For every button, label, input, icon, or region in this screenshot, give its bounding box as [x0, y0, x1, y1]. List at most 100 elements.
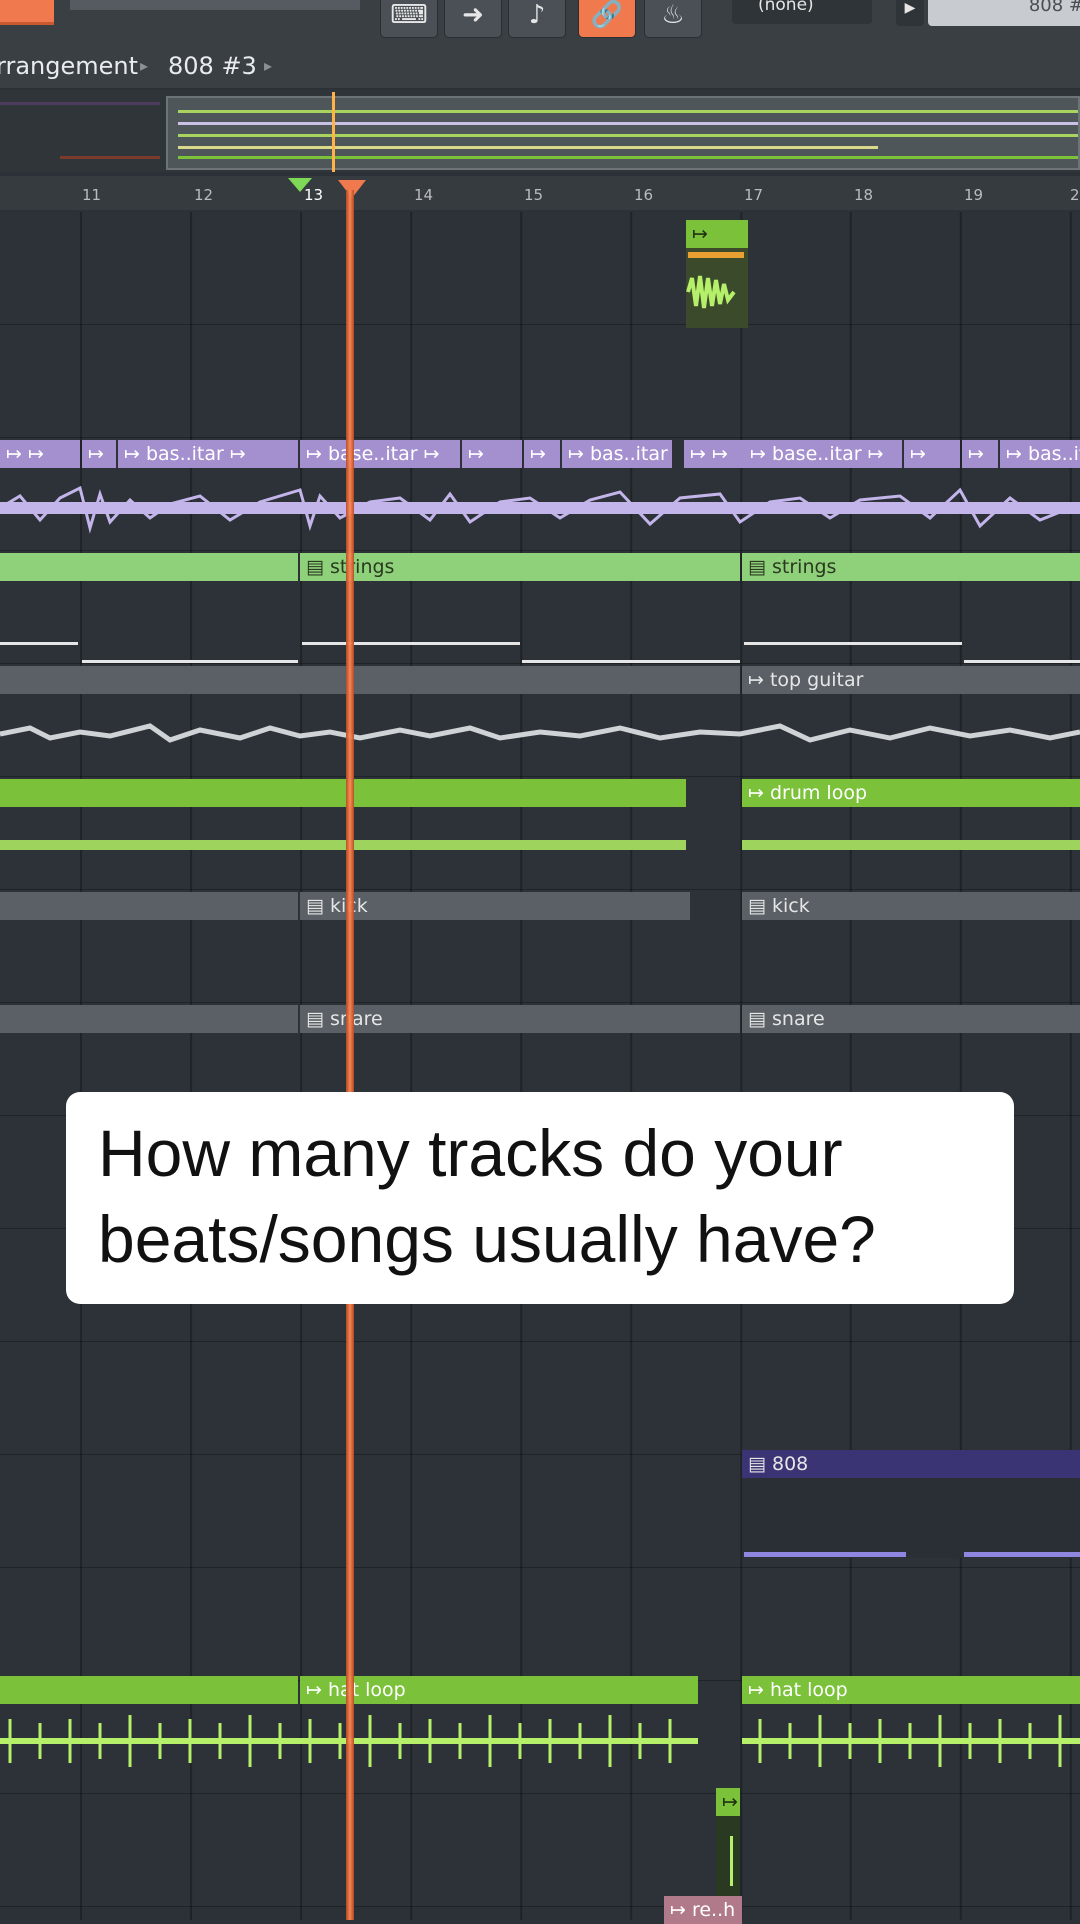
perc-clip-body: [716, 1816, 740, 1896]
hat-loop-clip[interactable]: [0, 1676, 298, 1704]
bass-guitar-clip[interactable]: ↦ bas..itar: [562, 440, 672, 468]
perc-clip[interactable]: ↦: [716, 1788, 740, 1816]
bar-number: 18: [854, 186, 874, 204]
bar-number: 15: [524, 186, 544, 204]
overview-track: [178, 122, 1078, 125]
strings-note: [522, 660, 740, 663]
overview-track: [0, 102, 160, 105]
curve-icon[interactable]: ♪: [508, 0, 566, 38]
hat-loop-waveform: [0, 1715, 1080, 1767]
playhead[interactable]: [346, 190, 354, 1920]
kick-clip[interactable]: ▤ kick: [742, 892, 1080, 920]
caption: How many tracks do your beats/songs usua…: [98, 1110, 998, 1282]
track-lane[interactable]: [0, 1794, 1080, 1907]
bass-guitar-clip[interactable]: ↦ ↦: [0, 440, 80, 468]
drum-loop-waveform: [742, 840, 1080, 850]
drum-loop-clip[interactable]: ↦ drum loop: [742, 779, 1080, 807]
perc-waveform: [730, 1836, 733, 1886]
bass-guitar-clip[interactable]: ↦: [904, 440, 960, 468]
strings-clip[interactable]: [0, 553, 298, 581]
808-clip-body: [742, 1478, 1080, 1558]
drum-loop-clip[interactable]: [0, 779, 686, 807]
overview-playhead: [332, 92, 335, 172]
breadcrumb-root[interactable]: rrangement: [0, 44, 138, 88]
bass-guitar-clip[interactable]: ↦ base..itar ↦: [300, 440, 460, 468]
breadcrumb-separator-icon: ▸: [264, 56, 273, 75]
breadcrumb: rrangement ▸ 808 #3 ▸: [0, 44, 1080, 88]
overview-track: [178, 110, 1078, 113]
top-guitar-clip[interactable]: ↦ top guitar: [742, 666, 1080, 694]
bass-guitar-clip[interactable]: ↦: [82, 440, 116, 468]
clip-label: strings: [772, 556, 837, 578]
strings-clip[interactable]: ▤ strings: [300, 553, 740, 581]
bar-number: 12: [194, 186, 214, 204]
strings-note: [744, 642, 962, 645]
strings-clip[interactable]: ▤ strings: [742, 553, 1080, 581]
overview-track: [178, 134, 1078, 137]
pattern-select-value: (none): [758, 0, 814, 15]
kick-clip[interactable]: [0, 892, 298, 920]
stamp-icon[interactable]: ♨: [644, 0, 702, 38]
breadcrumb-item[interactable]: 808 #3: [168, 44, 257, 88]
bass-guitar-clip[interactable]: ↦ ↦: [684, 440, 744, 468]
track-lane[interactable]: [0, 1568, 1080, 1681]
bar-number: 19: [964, 186, 984, 204]
pattern-name-value: 808 #: [1028, 0, 1080, 16]
bass-guitar-clip[interactable]: ↦: [962, 440, 998, 468]
top-guitar-waveform: [0, 723, 1080, 743]
808-note: [744, 1552, 906, 1557]
top-guitar-clip[interactable]: [0, 666, 740, 694]
overview-track: [60, 156, 160, 159]
clip-label: re..h: [691, 1899, 736, 1921]
snare-clip[interactable]: [0, 1005, 298, 1033]
track-lane[interactable]: [0, 1342, 1080, 1455]
clip-label: hat loop: [769, 1679, 848, 1701]
logo-icon: [0, 0, 54, 25]
overview-track: [178, 146, 878, 149]
clip-label: strings: [330, 556, 395, 578]
snare-clip[interactable]: ▤ snare: [742, 1005, 1080, 1033]
kick-clip[interactable]: ▤ kick: [300, 892, 690, 920]
clip-label: kick: [772, 895, 810, 917]
pattern-select[interactable]: (none): [732, 0, 872, 24]
track-lane[interactable]: [0, 212, 1080, 325]
bass-guitar-clip[interactable]: ↦: [462, 440, 522, 468]
808-note: [964, 1552, 1080, 1557]
clip-label: drum loop: [769, 782, 868, 804]
bass-guitar-clip[interactable]: ↦ bas..itar: [1000, 440, 1080, 468]
bar-number: 14: [414, 186, 434, 204]
bass-guitar-clip[interactable]: ↦ bas..itar ↦: [118, 440, 298, 468]
bass-guitar-clip[interactable]: ↦: [524, 440, 560, 468]
overview-viewport[interactable]: [166, 92, 1080, 172]
strings-note: [964, 660, 1080, 663]
strings-note: [0, 642, 78, 645]
snare-clip[interactable]: ▤ snare: [300, 1005, 740, 1033]
waveform-icon: [686, 252, 744, 309]
audio-clip-small[interactable]: ↦: [686, 220, 748, 248]
bass-guitar-waveform: [0, 485, 1080, 534]
caption-line: beats/songs usually have?: [98, 1202, 876, 1276]
hat-loop-clip[interactable]: ↦ hat loop: [300, 1676, 698, 1704]
pattern-name-field[interactable]: 808 #: [928, 0, 1080, 26]
typing-keyboard-icon[interactable]: ⌨: [380, 0, 438, 38]
clip-label: base..itar: [771, 443, 862, 465]
hat-loop-clip[interactable]: ↦ hat loop: [742, 1676, 1080, 1704]
clip-label: 808: [772, 1453, 809, 1475]
808-clip[interactable]: ▤ 808: [742, 1450, 1080, 1478]
strings-note: [82, 660, 298, 663]
timeline-ruler[interactable]: 11 12 13 14 15 16 17 18 19 2: [0, 176, 1080, 210]
toolbar-strip: [70, 0, 360, 10]
bar-number: 16: [634, 186, 654, 204]
bar-number: 17: [744, 186, 764, 204]
arrow-right-icon[interactable]: ➜: [444, 0, 502, 38]
clip-label: bas..itar: [1027, 443, 1080, 465]
link-icon[interactable]: 🔗: [578, 0, 636, 38]
clip-waveform: [686, 248, 748, 328]
bass-guitar-clip[interactable]: ↦ base..itar ↦: [744, 440, 902, 468]
loop-start-marker[interactable]: [288, 178, 312, 192]
clip-label: snare: [330, 1008, 383, 1030]
drum-loop-waveform: [0, 840, 686, 850]
play-arrow-icon[interactable]: ▶: [896, 0, 924, 26]
overview-track: [178, 156, 1078, 159]
track-lane[interactable]: [0, 325, 1080, 438]
